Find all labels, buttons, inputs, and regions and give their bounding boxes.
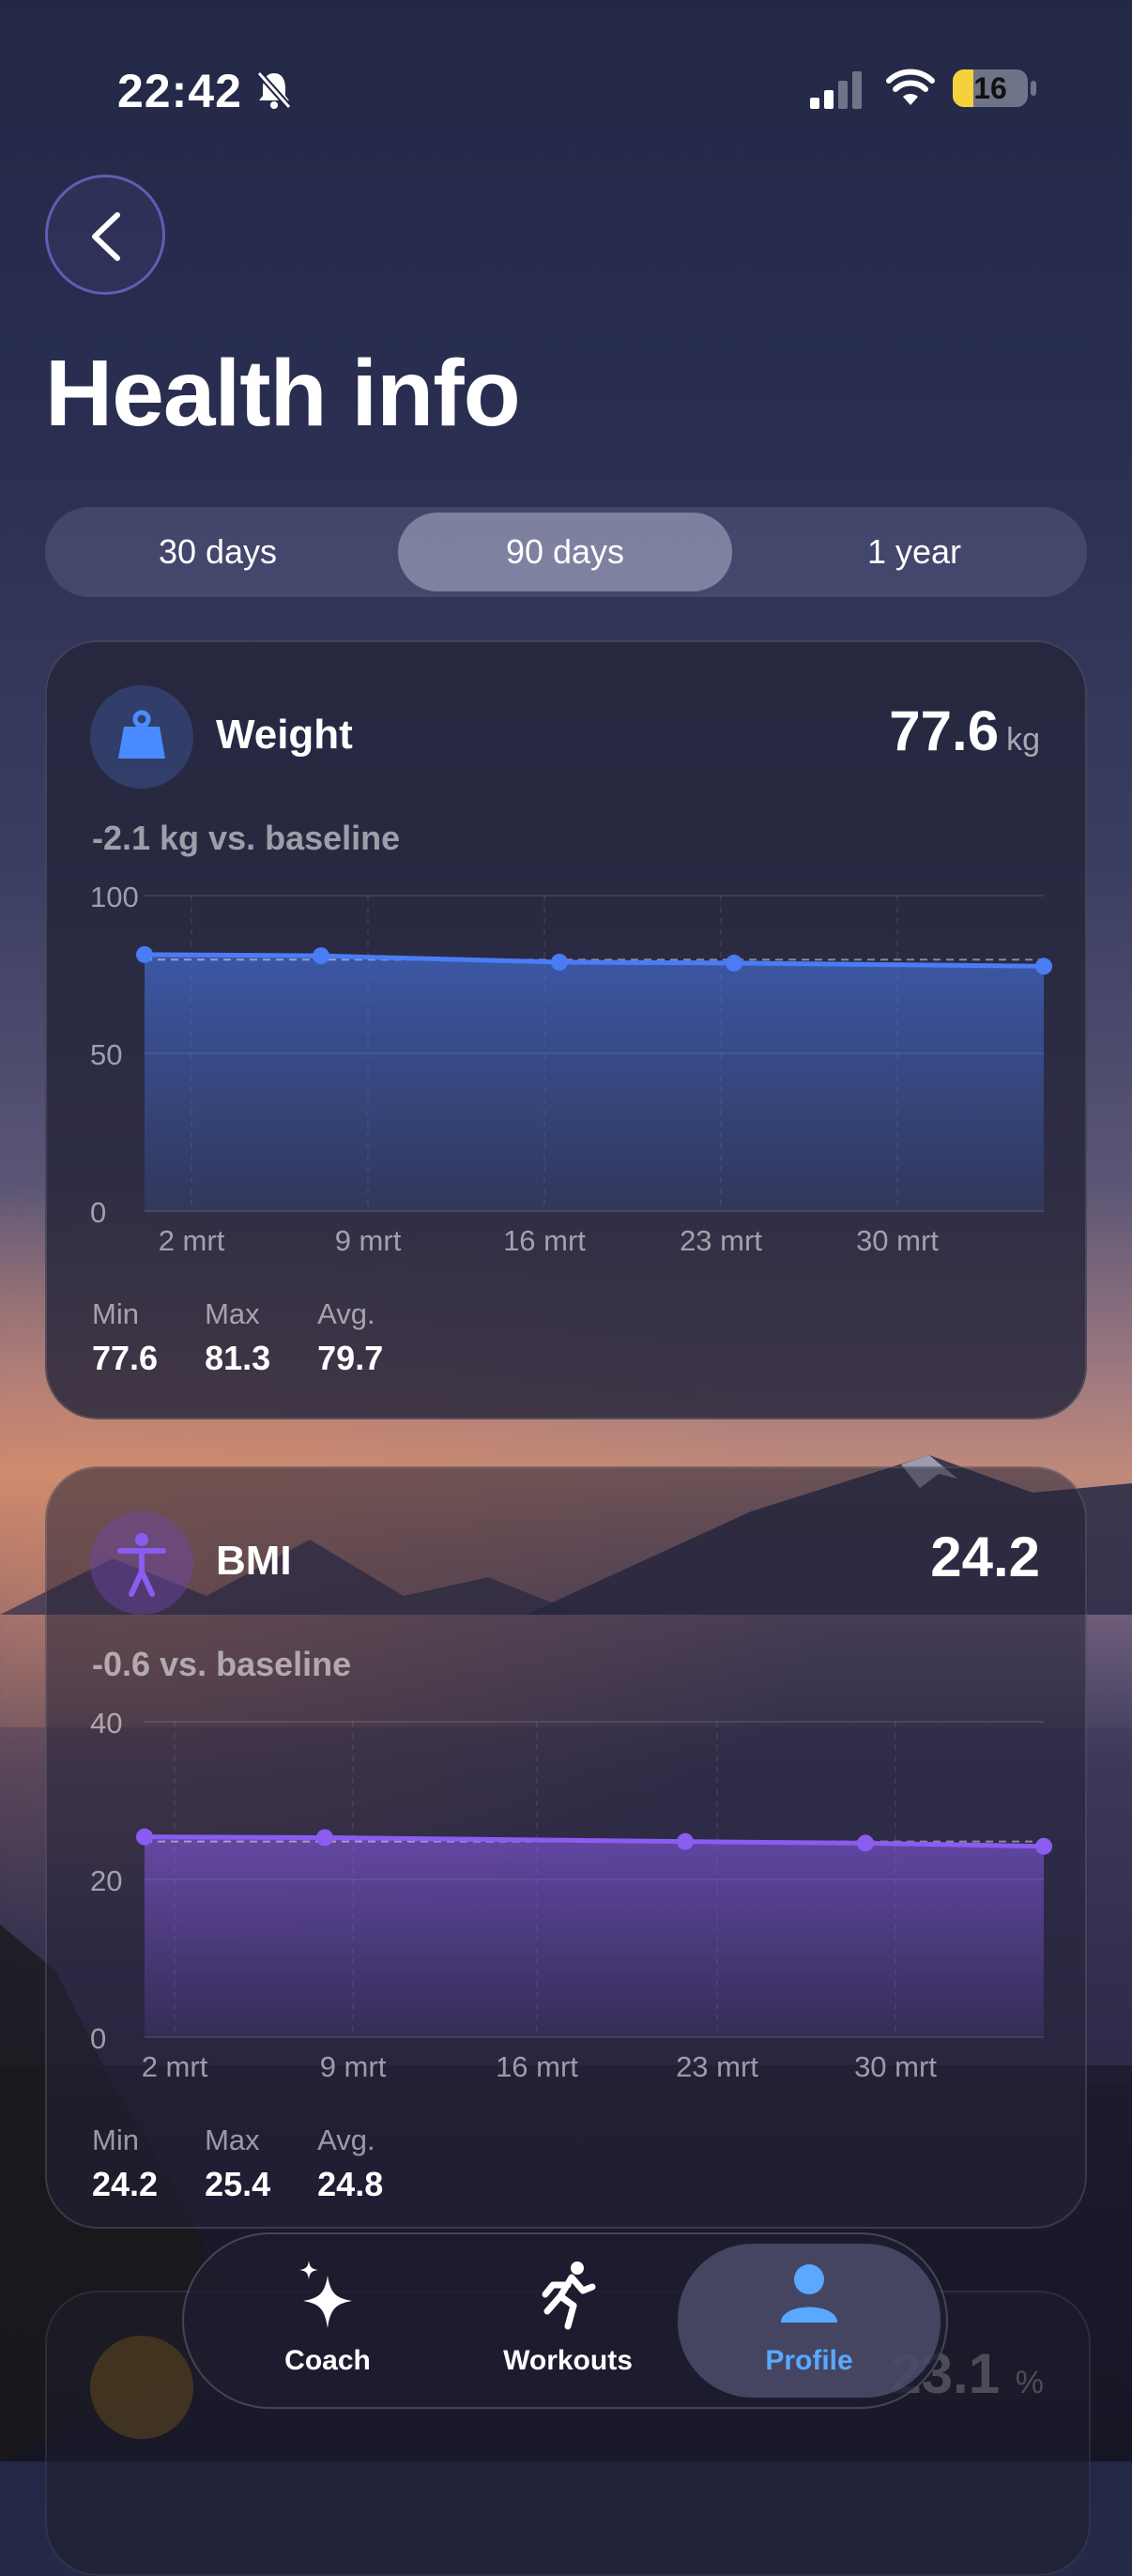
status-time: 22:42 — [117, 65, 242, 117]
x-tick-label: 16 mrt — [503, 1224, 586, 1257]
battery-indicator: 16 — [953, 69, 1028, 107]
stat-avg: Avg. 24.8 — [317, 2124, 384, 2203]
y-tick-label: 100 — [90, 881, 139, 913]
y-tick-label: 50 — [90, 1038, 122, 1071]
tab-workouts[interactable]: Workouts — [445, 2234, 691, 2407]
weight-chart: 0 50 100 2 mrt 9 mrt 16 mrt 23 mrt 30 mrt — [90, 881, 1052, 1257]
x-tick-label: 9 mrt — [335, 1224, 402, 1257]
tab-bar: Coach Workouts Profile — [182, 2232, 948, 2409]
page-title: Health info — [45, 341, 521, 446]
weight-stats: Min 77.6 Max 81.3 Avg. 79.7 — [92, 1297, 430, 1378]
data-point — [136, 945, 153, 963]
chevron-left-icon — [92, 212, 120, 261]
bmi-chart: 0 20 40 2 mrt 9 mrt 16 mrt 23 mrt 30 mrt — [90, 1707, 1052, 2083]
tab-90-days[interactable]: 90 days — [398, 513, 732, 591]
tab-profile[interactable]: Profile — [678, 2244, 941, 2398]
data-point — [726, 954, 742, 972]
x-tick-label: 23 mrt — [676, 2050, 758, 2083]
wifi-icon — [886, 69, 935, 105]
data-point — [316, 1829, 333, 1847]
x-tick-label: 2 mrt — [142, 2050, 208, 2083]
sparkles-icon — [299, 2261, 352, 2328]
data-point — [857, 1834, 874, 1852]
stat-max: Max 81.3 — [205, 1297, 271, 1377]
data-point — [136, 1828, 153, 1846]
tab-30-days[interactable]: 30 days — [51, 513, 385, 591]
series-area — [145, 1836, 1044, 2037]
series-area — [145, 954, 1044, 1211]
x-tick-label: 16 mrt — [496, 2050, 578, 2083]
y-tick-label: 20 — [90, 1864, 122, 1897]
status-bar: 22:42 16 — [0, 62, 1132, 118]
range-segmented-control: 30 days 90 days 1 year — [45, 507, 1087, 597]
stat-min: Min 77.6 — [92, 1297, 159, 1377]
y-tick-label: 0 — [90, 2022, 106, 2055]
data-point — [313, 947, 329, 965]
person-icon — [781, 2264, 837, 2323]
stat-min: Min 24.2 — [92, 2124, 159, 2203]
data-point — [551, 953, 568, 971]
tab-1-year[interactable]: 1 year — [747, 513, 1081, 591]
weight-card[interactable]: Weight 77.6 kg -2.1 kg vs. baseline 0 50 10… — [45, 640, 1087, 1419]
data-point — [1035, 1837, 1052, 1855]
x-tick-label: 30 mrt — [856, 1224, 939, 1257]
data-point — [1035, 958, 1052, 975]
bmi-card[interactable]: BMI 24.2 -0.6 vs. baseline 0 20 40 2 mrt 9 m… — [45, 1466, 1087, 2229]
y-tick-label: 40 — [90, 1707, 122, 1740]
bmi-stats: Min 24.2 Max 25.4 Avg. 24.8 — [92, 2124, 430, 2204]
stat-avg: Avg. 79.7 — [317, 1297, 384, 1377]
tab-coach[interactable]: Coach — [205, 2234, 451, 2407]
back-button[interactable] — [45, 175, 165, 295]
running-icon — [542, 2262, 596, 2330]
stat-max: Max 25.4 — [205, 2124, 271, 2203]
x-tick-label: 23 mrt — [680, 1224, 762, 1257]
drop-icon — [90, 2336, 193, 2439]
x-tick-label: 2 mrt — [159, 1224, 225, 1257]
data-point — [677, 1832, 694, 1850]
x-tick-label: 30 mrt — [854, 2050, 937, 2083]
bell-slash-icon — [256, 70, 292, 110]
cell-signal-icon — [810, 71, 862, 109]
y-tick-label: 0 — [90, 1196, 106, 1229]
x-tick-label: 9 mrt — [320, 2050, 387, 2083]
